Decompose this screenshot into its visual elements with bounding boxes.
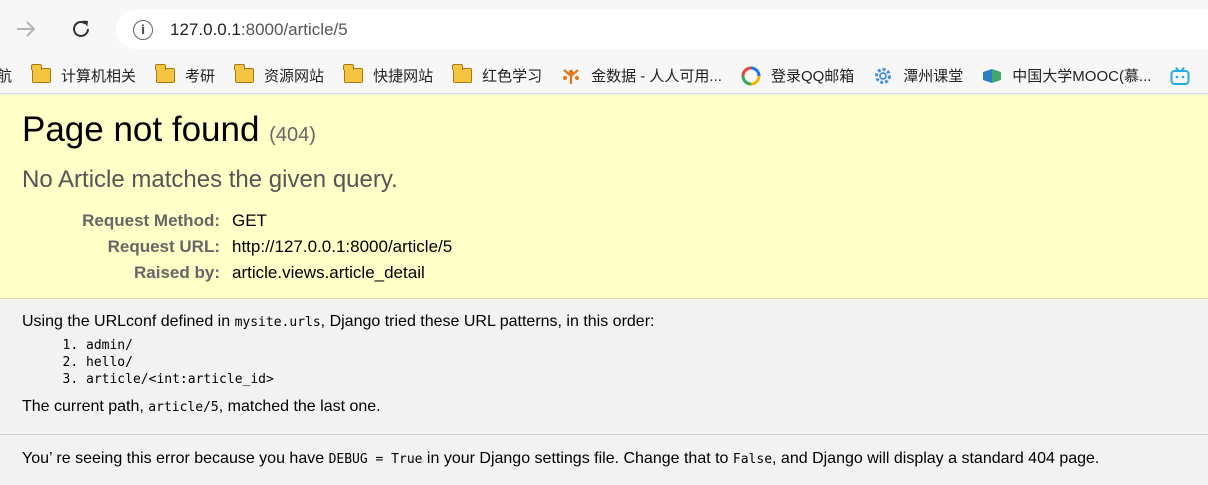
reload-icon xyxy=(73,20,89,37)
jinshuju-icon xyxy=(563,68,580,84)
bookmark-folder-resources[interactable]: 资源网站 xyxy=(234,64,324,86)
url-pattern: hello/ xyxy=(86,354,1186,371)
url-text[interactable]: 127.0.0.1:8000/article/5 xyxy=(170,20,348,40)
bookmark-jinshuju[interactable]: 金数据 - 人人可用... xyxy=(561,65,722,86)
meta-label: Request URL: xyxy=(107,236,220,256)
qq-mail-icon xyxy=(741,66,761,85)
status-code: (404) xyxy=(269,124,316,146)
bookmark-folder-shortcuts[interactable]: 快捷网站 xyxy=(343,64,433,86)
address-bar[interactable]: i 127.0.0.1:8000/article/5 xyxy=(116,10,1208,49)
url-pattern-list: admin/ hello/ article/<int:article_id> xyxy=(86,337,1186,388)
meta-row: Request URL: http://127.0.0.1:8000/artic… xyxy=(22,234,453,260)
url-pattern: article/<int:article_id> xyxy=(86,371,1186,388)
bookmark-folder-red-study[interactable]: 红色学习 xyxy=(452,64,542,86)
current-path: article/5 xyxy=(148,400,219,415)
folder-icon xyxy=(234,64,254,83)
false-code: False xyxy=(732,452,773,467)
error-message: No Article matches the given query. xyxy=(22,165,398,193)
urlconf-intro: Using the URLconf defined in mysite.urls… xyxy=(22,313,655,330)
browser-toolbar: i 127.0.0.1:8000/article/5 xyxy=(0,0,1208,58)
meta-value: GET xyxy=(232,210,267,230)
urlconf-info: Using the URLconf defined in mysite.urls… xyxy=(0,300,1208,434)
meta-value: article.views.article_detail xyxy=(232,262,425,282)
folder-icon xyxy=(31,64,51,83)
meta-label: Raised by: xyxy=(134,262,220,282)
gear-icon xyxy=(875,67,892,84)
bookmark-bilibili[interactable] xyxy=(1170,66,1200,86)
folder-icon xyxy=(155,64,175,83)
arrow-right-icon xyxy=(17,21,36,37)
bookmark-qq-mail[interactable]: 登录QQ邮箱 xyxy=(741,65,854,86)
forward-button[interactable] xyxy=(9,12,43,46)
mooc-icon xyxy=(983,68,1002,83)
url-pattern: admin/ xyxy=(86,337,1186,354)
bookmark-folder-kaoyan[interactable]: 考研 xyxy=(155,64,215,86)
debug-setting-code: DEBUG = True xyxy=(328,452,423,467)
folder-icon xyxy=(343,64,363,83)
bookmark-tanzhou[interactable]: 潭州课堂 xyxy=(873,65,963,86)
bookmark-folder-computer[interactable]: 计算机相关 xyxy=(31,64,136,86)
meta-value: http://127.0.0.1:8000/article/5 xyxy=(232,236,453,256)
page-title: Page not found (404) xyxy=(22,110,316,149)
request-meta-table: Request Method: GET Request URL: http://… xyxy=(22,208,452,286)
current-path-line: The current path, article/5, matched the… xyxy=(22,398,381,415)
bookmarks-bar: 航 计算机相关 考研 资源网站 快捷网站 红色学习 金数据 - 人人可用... xyxy=(0,58,1208,94)
meta-row: Raised by: article.views.article_detail xyxy=(22,260,452,286)
reload-button[interactable] xyxy=(64,12,98,46)
bookmark-daohang[interactable]: 航 xyxy=(0,65,12,86)
error-summary: Page not found (404) No Article matches … xyxy=(0,95,1208,299)
folder-icon xyxy=(452,64,472,83)
meta-row: Request Method: GET xyxy=(22,208,452,234)
debug-explanation: You’ re seeing this error because you ha… xyxy=(0,434,1208,485)
meta-label: Request Method: xyxy=(82,210,220,230)
bookmark-mooc[interactable]: 中国大学MOOC(慕... xyxy=(982,65,1151,86)
urlconf-module: mysite.urls xyxy=(234,315,321,330)
bilibili-icon xyxy=(1170,66,1190,85)
site-info-icon[interactable]: i xyxy=(133,19,153,40)
